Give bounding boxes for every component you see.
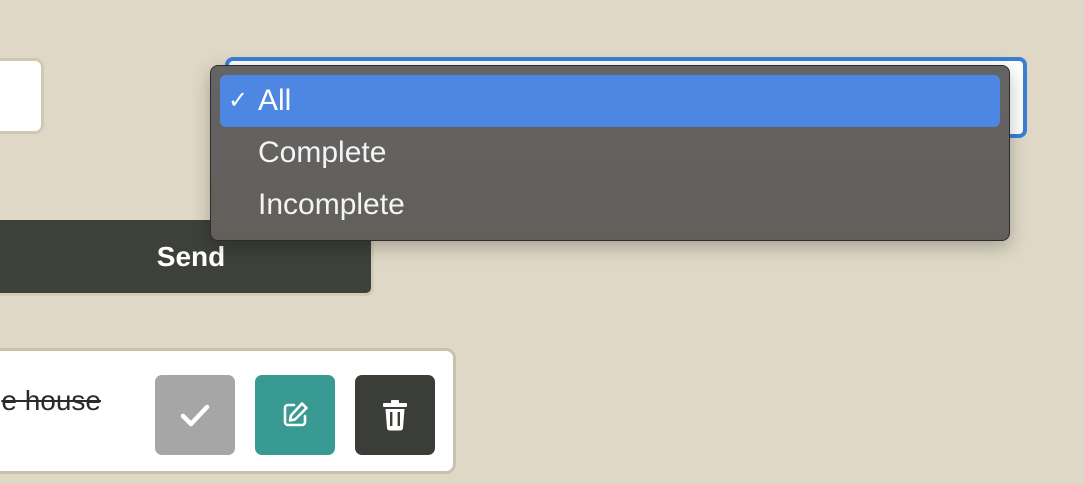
- send-button-label: Send: [156, 240, 226, 272]
- menu-item-label: All: [258, 84, 292, 117]
- todo-item: e house: [0, 348, 456, 474]
- todo-text: e house: [1, 385, 101, 416]
- checkmark-icon: ✓: [228, 87, 249, 114]
- trash-icon: [383, 400, 407, 431]
- edit-button[interactable]: [255, 375, 335, 455]
- menu-item-label: Complete: [258, 136, 387, 169]
- menu-item-all[interactable]: ✓ All: [220, 75, 1000, 127]
- check-icon: [180, 404, 210, 427]
- edit-icon: [283, 402, 308, 427]
- menu-item-complete[interactable]: Complete: [220, 127, 1000, 179]
- delete-button[interactable]: [355, 375, 435, 455]
- filter-dropdown-menu: ✓ All Complete Incomplete: [210, 65, 1010, 241]
- complete-button[interactable]: [155, 375, 235, 455]
- todo-input[interactable]: [0, 58, 44, 134]
- menu-item-label: Incomplete: [258, 188, 405, 221]
- menu-item-incomplete[interactable]: Incomplete: [220, 179, 1000, 231]
